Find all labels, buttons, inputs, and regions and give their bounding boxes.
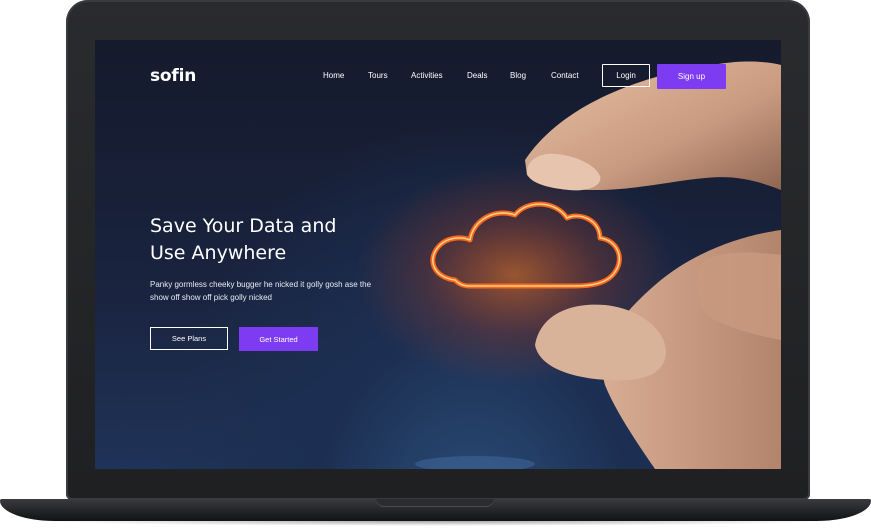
nav-activities[interactable]: Activities (411, 71, 443, 80)
hero-title: Save Your Data and Use Anywhere (150, 213, 336, 267)
nav-home[interactable]: Home (323, 71, 344, 80)
hero-title-line-1: Save Your Data and (150, 215, 337, 237)
see-plans-button[interactable]: See Plans (150, 327, 228, 350)
nav-blog[interactable]: Blog (510, 71, 526, 80)
login-button[interactable]: Login (602, 64, 650, 87)
nav-tours[interactable]: Tours (368, 71, 388, 80)
nav-contact[interactable]: Contact (551, 71, 579, 80)
hero-description: Panky gormless cheeky bugger he nicked i… (150, 280, 372, 302)
hero-title-line-2: Use Anywhere (150, 242, 287, 264)
laptop-screen: sofin Home Tours Activities Deals Blog C… (95, 40, 781, 469)
get-started-button[interactable]: Get Started (239, 327, 318, 351)
nav-deals[interactable]: Deals (467, 71, 487, 80)
signup-button[interactable]: Sign up (657, 64, 726, 89)
laptop-opening-notch (376, 499, 494, 507)
